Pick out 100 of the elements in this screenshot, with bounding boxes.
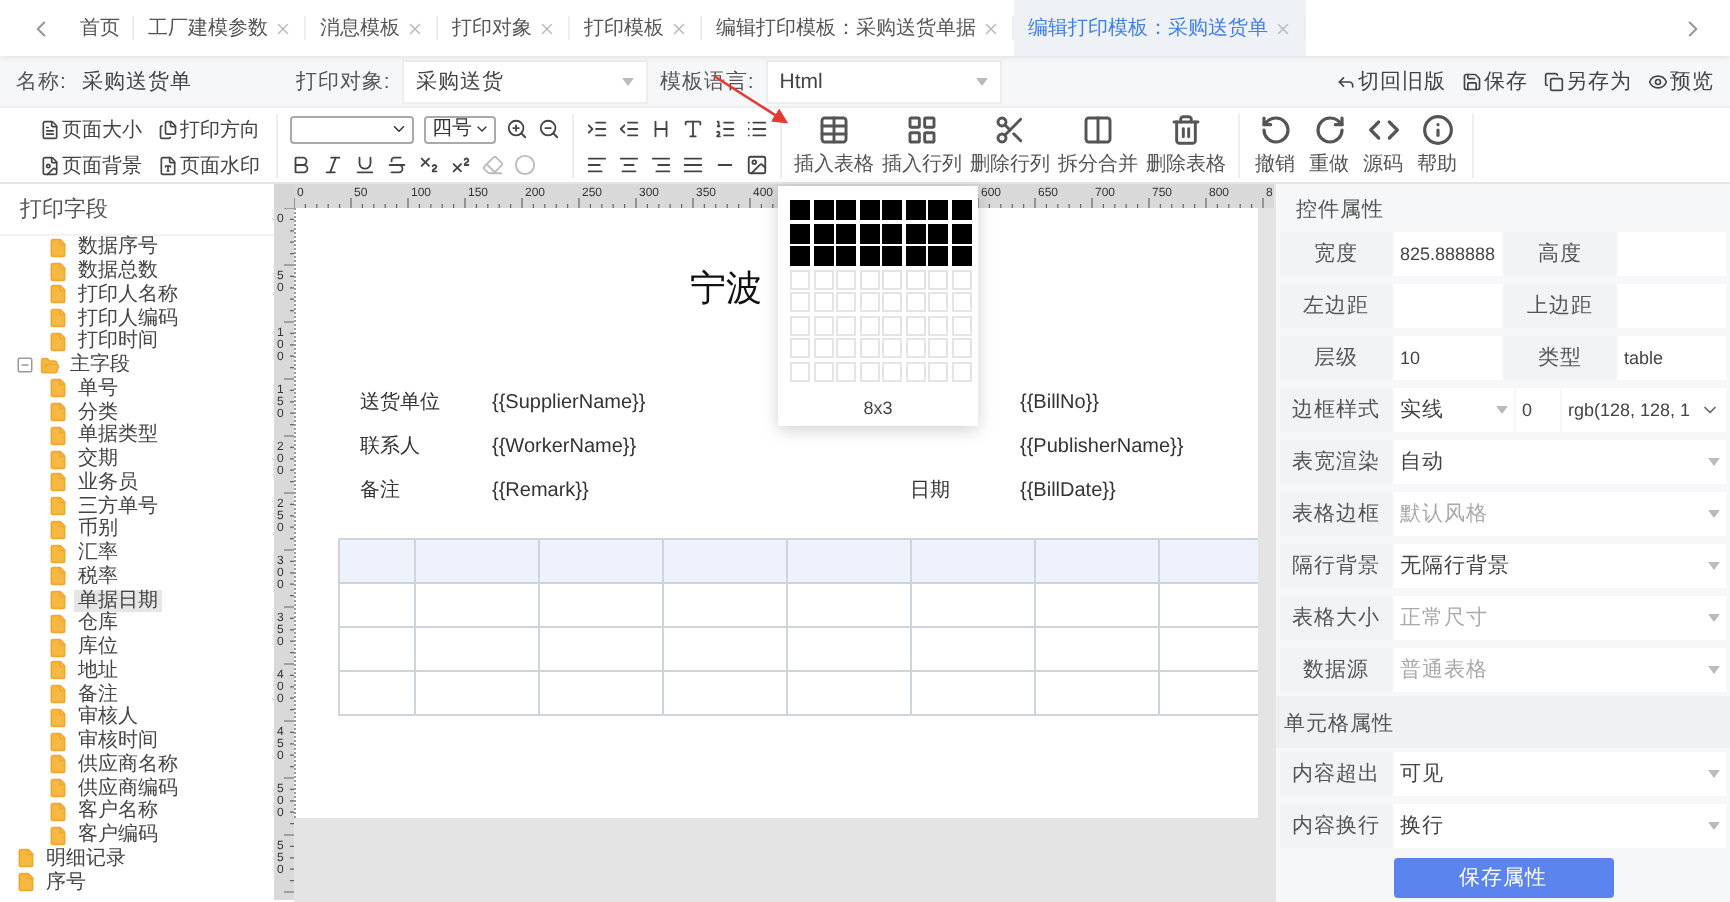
image-button[interactable] <box>746 154 768 176</box>
grid-cell[interactable] <box>928 200 948 220</box>
numbered-list-button[interactable] <box>714 118 736 140</box>
align-left-button[interactable] <box>586 154 608 176</box>
italic-button[interactable] <box>322 154 344 176</box>
grid-cell[interactable] <box>905 200 925 220</box>
tree-item[interactable]: 审核人 <box>74 706 142 729</box>
input-field[interactable]: 10 <box>1394 336 1502 380</box>
toolbar-link[interactable]: 预览 <box>1648 67 1714 95</box>
grid-cell[interactable] <box>859 246 879 266</box>
close-icon[interactable] <box>538 19 556 37</box>
grid-cell[interactable] <box>928 223 948 243</box>
collapse-icon[interactable] <box>16 356 34 375</box>
outdent-button[interactable] <box>618 118 640 140</box>
eraser-button[interactable] <box>482 154 504 176</box>
table-cell[interactable] <box>1159 627 1258 671</box>
grid-cell[interactable] <box>790 200 810 220</box>
tree-item[interactable]: 税率 <box>74 565 122 588</box>
justify-button[interactable] <box>682 154 704 176</box>
page-setting-button[interactable]: 页面大小 <box>36 113 146 145</box>
table-cell[interactable] <box>339 627 415 671</box>
input-field[interactable]: 0 <box>1516 388 1560 432</box>
tree-item[interactable]: 数据序号 <box>74 236 162 259</box>
table-cell[interactable] <box>663 627 787 671</box>
save-button[interactable]: 保存属性 <box>1393 858 1613 898</box>
table-cell[interactable] <box>787 583 911 627</box>
table-cell[interactable] <box>663 671 787 715</box>
grid-cell[interactable] <box>790 246 810 266</box>
strikethrough-button[interactable] <box>386 154 408 176</box>
dropdown[interactable]: 实线 <box>1394 388 1514 432</box>
tree-item[interactable]: 打印时间 <box>74 330 162 353</box>
table-cell[interactable] <box>1035 583 1159 627</box>
page-setting-button[interactable]: 页面背景 <box>36 149 146 181</box>
grid-cell[interactable] <box>882 200 902 220</box>
grid-cell[interactable] <box>882 246 902 266</box>
tree-item[interactable]: 客户名称 <box>74 800 162 823</box>
table-cell[interactable] <box>787 539 911 583</box>
font-dropdown[interactable] <box>290 115 414 143</box>
table-cell[interactable] <box>339 671 415 715</box>
tab[interactable]: 编辑打印模板：采购送货单 <box>1014 0 1306 56</box>
tab[interactable]: 编辑打印模板：采购送货单据 <box>702 0 1014 56</box>
grid-cell[interactable] <box>882 223 902 243</box>
heading-button[interactable] <box>650 118 672 140</box>
table-cell[interactable] <box>1159 583 1258 627</box>
edit-tool-button[interactable]: 重做 <box>1302 113 1356 177</box>
tree-item[interactable]: 库位 <box>74 636 122 659</box>
dropdown[interactable]: 采购送货 <box>401 59 648 103</box>
edit-tool-button[interactable]: 帮助 <box>1410 113 1464 177</box>
circle-button[interactable] <box>514 154 536 176</box>
align-center-button[interactable] <box>618 154 640 176</box>
table-tool-button[interactable]: 删除行列 <box>966 113 1054 177</box>
grid-cell[interactable] <box>928 246 948 266</box>
table-cell[interactable] <box>415 583 539 627</box>
tree-item[interactable]: 业务员 <box>74 471 142 494</box>
tree-item[interactable]: 序号 <box>42 871 90 894</box>
table-cell[interactable] <box>1159 671 1258 715</box>
table-cell[interactable] <box>911 583 1035 627</box>
dropdown[interactable]: 可见 <box>1394 752 1726 796</box>
underline-button[interactable] <box>354 154 376 176</box>
tree-item[interactable]: 交期 <box>74 448 122 471</box>
table-cell[interactable] <box>415 539 539 583</box>
close-icon[interactable] <box>982 19 1000 37</box>
tree-item[interactable]: 供应商编码 <box>74 777 182 800</box>
close-icon[interactable] <box>1274 19 1292 37</box>
grid-cell[interactable] <box>836 246 856 266</box>
page-setting-button[interactable]: 打印方向 <box>154 113 264 145</box>
toolbar-link[interactable]: 另存为 <box>1544 67 1632 95</box>
table-cell[interactable] <box>1035 539 1159 583</box>
close-icon[interactable] <box>274 19 292 37</box>
superscript-button[interactable] <box>450 154 472 176</box>
text-style-button[interactable] <box>682 118 704 140</box>
table-cell[interactable] <box>911 671 1035 715</box>
tree-item[interactable]: 数据总数 <box>74 260 162 283</box>
tree-item[interactable]: 三方单号 <box>74 495 162 518</box>
grid-cell[interactable] <box>859 223 879 243</box>
table-cell[interactable] <box>339 583 415 627</box>
table-cell[interactable] <box>539 671 663 715</box>
tree-item[interactable]: 审核时间 <box>74 730 162 753</box>
tab[interactable]: 消息模板 <box>306 0 438 56</box>
tree-item[interactable]: 备注 <box>74 683 122 706</box>
tree-item[interactable]: 单号 <box>74 377 122 400</box>
table-tool-button[interactable]: 删除表格 <box>1142 113 1230 177</box>
table-cell[interactable] <box>339 539 415 583</box>
tree-item[interactable]: 分类 <box>74 401 122 424</box>
table-cell[interactable] <box>539 539 663 583</box>
table-cell[interactable] <box>1159 539 1258 583</box>
table-tool-button[interactable]: 插入行列 <box>878 113 966 177</box>
tree-item[interactable]: 主字段 <box>66 354 134 377</box>
tab[interactable]: 打印对象 <box>438 0 570 56</box>
tree-item[interactable]: 供应商名称 <box>74 753 182 776</box>
grid-cell[interactable] <box>813 223 833 243</box>
table-cell[interactable] <box>663 539 787 583</box>
grid-cell[interactable] <box>905 223 925 243</box>
font-size-dropdown[interactable]: 四号 <box>424 115 496 143</box>
tree-item[interactable]: 单据日期 <box>74 589 162 612</box>
edit-tool-button[interactable]: 撤销 <box>1248 113 1302 177</box>
grid-cell[interactable] <box>790 223 810 243</box>
close-icon[interactable] <box>406 19 424 37</box>
grid-cell[interactable] <box>836 223 856 243</box>
table-cell[interactable] <box>539 627 663 671</box>
